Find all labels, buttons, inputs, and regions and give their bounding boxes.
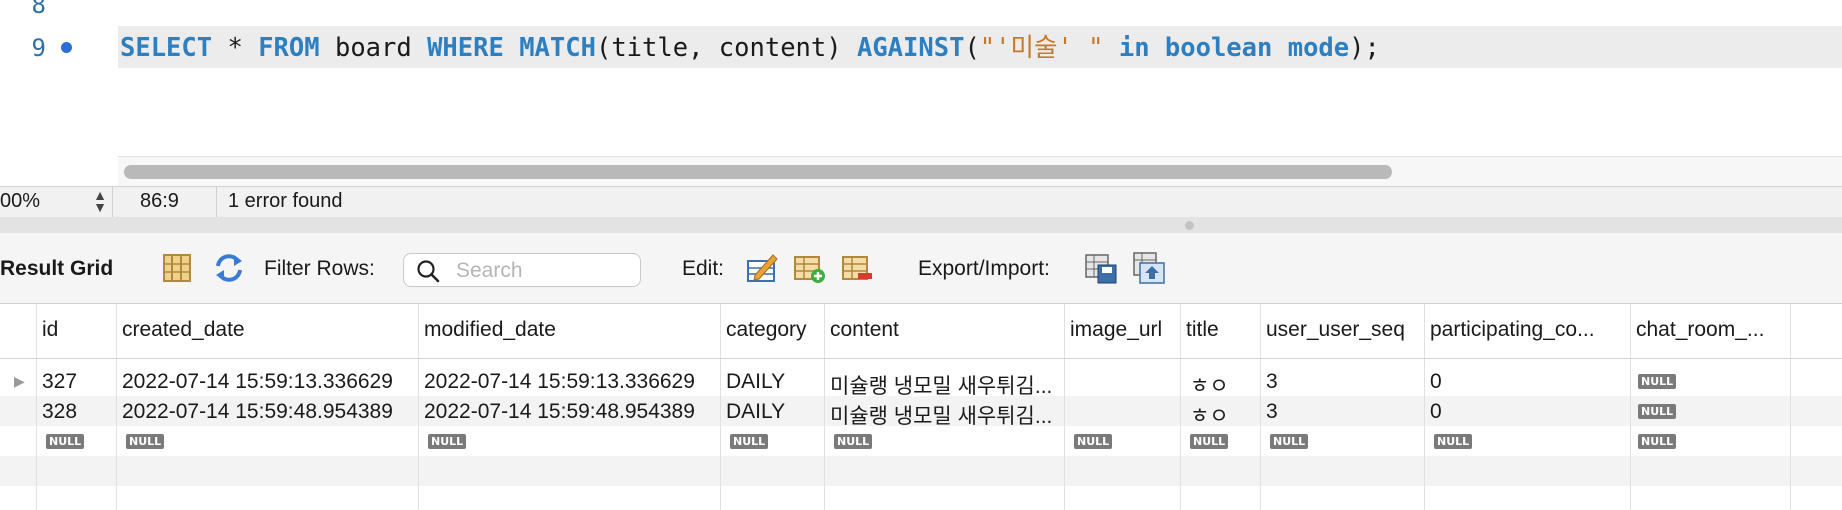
table-row[interactable] <box>0 456 1842 486</box>
zoom-stepper-icon[interactable]: ▲ ▼ <box>90 188 110 215</box>
refresh-icon[interactable] <box>212 251 246 285</box>
table-row[interactable]: 328 2022-07-14 15:59:48.954389 2022-07-1… <box>0 396 1842 428</box>
cell-participating-count[interactable]: 0 <box>1430 400 1442 424</box>
null-badge[interactable]: NULL <box>1638 404 1677 419</box>
cell-id[interactable]: 327 <box>42 370 77 394</box>
cell-created-date[interactable]: 2022-07-14 15:59:48.954389 <box>122 400 393 424</box>
splitter-handle-icon[interactable] <box>1185 221 1194 230</box>
sql-paren: ( <box>964 33 980 63</box>
table-row[interactable]: 327 2022-07-14 15:59:13.336629 2022-07-1… <box>0 366 1842 398</box>
null-badge[interactable]: NULL <box>1074 434 1113 449</box>
delete-row-icon[interactable] <box>840 251 874 285</box>
export-icon[interactable] <box>1084 251 1118 285</box>
column-header-modified-date[interactable]: modified_date <box>424 318 556 342</box>
current-row-indicator-icon: ▶ <box>14 373 25 389</box>
column-header-user-user-seq[interactable]: user_user_seq <box>1266 318 1405 342</box>
line-number: 9 <box>31 34 46 62</box>
scrollbar-thumb[interactable] <box>124 165 1392 179</box>
null-badge[interactable]: NULL <box>730 434 769 449</box>
cell-modified-date[interactable]: 2022-07-14 15:59:13.336629 <box>424 370 695 394</box>
divider <box>216 187 217 217</box>
line-number: 8 <box>31 0 46 19</box>
header-divider <box>0 358 1842 359</box>
column-header-content[interactable]: content <box>830 318 899 342</box>
search-icon <box>416 259 440 289</box>
null-badge[interactable]: NULL <box>428 434 467 449</box>
null-badge[interactable]: NULL <box>46 434 85 449</box>
sql-code-line[interactable]: SELECT * FROM board WHERE MATCH(title, c… <box>120 32 1380 64</box>
result-grid-title: Result Grid <box>0 257 114 280</box>
filter-search-box[interactable] <box>403 253 641 287</box>
statement-marker-icon[interactable] <box>61 42 72 53</box>
null-badge[interactable]: NULL <box>126 434 165 449</box>
filter-rows-label: Filter Rows: <box>264 257 375 280</box>
column-header-id[interactable]: id <box>42 318 58 342</box>
sql-keyword: AGAINST <box>856 33 965 63</box>
cell-user-user-seq[interactable]: 3 <box>1266 400 1278 424</box>
divider <box>112 187 113 217</box>
cursor-position: 86:9 <box>140 190 179 212</box>
cell-created-date[interactable]: 2022-07-14 15:59:13.336629 <box>122 370 393 394</box>
cell-category[interactable]: DAILY <box>726 370 785 394</box>
cell-participating-count[interactable]: 0 <box>1430 370 1442 394</box>
edit-row-icon[interactable] <box>745 251 779 285</box>
add-row-icon[interactable] <box>792 251 826 285</box>
search-input[interactable] <box>454 258 638 284</box>
null-badge[interactable]: NULL <box>834 434 873 449</box>
sql-space <box>504 33 519 63</box>
sql-keyword: WHERE <box>427 33 504 63</box>
edit-label: Edit: <box>682 257 725 280</box>
sql-keyword: SELECT <box>120 33 213 63</box>
error-status[interactable]: 1 error found <box>228 190 343 213</box>
column-header-category[interactable]: category <box>726 318 807 342</box>
sql-identifier: board <box>319 33 428 63</box>
sql-terminator: ); <box>1349 33 1380 63</box>
result-grid[interactable]: id created_date modified_date category c… <box>0 304 1842 510</box>
sql-keyword: in boolean mode <box>1118 33 1350 63</box>
editor-status-bar: 00% ▲ ▼ 86:9 1 error found <box>0 186 1842 218</box>
null-badge[interactable]: NULL <box>1270 434 1309 449</box>
column-header-participating-count[interactable]: participating_co... <box>1430 318 1595 342</box>
cell-category[interactable]: DAILY <box>726 400 785 424</box>
result-toolbar: Result Grid Filter Rows: Edit: <box>0 233 1842 304</box>
null-badge[interactable]: NULL <box>1190 434 1229 449</box>
column-header-image-url[interactable]: image_url <box>1070 318 1162 342</box>
horizontal-scrollbar[interactable] <box>118 156 1842 187</box>
grid-view-icon[interactable] <box>160 251 194 285</box>
null-badge[interactable]: NULL <box>1638 374 1677 389</box>
sql-space <box>1103 33 1118 63</box>
cell-modified-date[interactable]: 2022-07-14 15:59:48.954389 <box>424 400 695 424</box>
null-badge[interactable]: NULL <box>1638 434 1677 449</box>
import-icon[interactable] <box>1132 251 1166 285</box>
sql-operator: * <box>212 33 259 63</box>
sql-editor[interactable]: 8 9 SELECT * FROM board WHERE MATCH(titl… <box>0 0 1842 187</box>
zoom-level[interactable]: 00% <box>0 190 40 213</box>
sql-arguments: (title, content) <box>595 33 857 63</box>
column-header-title[interactable]: title <box>1186 318 1219 342</box>
panel-splitter[interactable] <box>0 217 1842 233</box>
sql-string: "'미술' " <box>979 33 1104 63</box>
column-header-chat-room[interactable]: chat_room_... <box>1636 318 1764 342</box>
column-header-created-date[interactable]: created_date <box>122 318 245 342</box>
cell-id[interactable]: 328 <box>42 400 77 424</box>
table-row-new[interactable]: NULL NULL NULL NULL NULL NULL NULL NULL … <box>0 426 1842 456</box>
export-import-label: Export/Import: <box>918 257 1050 280</box>
cell-user-user-seq[interactable]: 3 <box>1266 370 1278 394</box>
sql-keyword: FROM <box>258 33 320 63</box>
null-badge[interactable]: NULL <box>1434 434 1473 449</box>
sql-keyword: MATCH <box>519 33 596 63</box>
